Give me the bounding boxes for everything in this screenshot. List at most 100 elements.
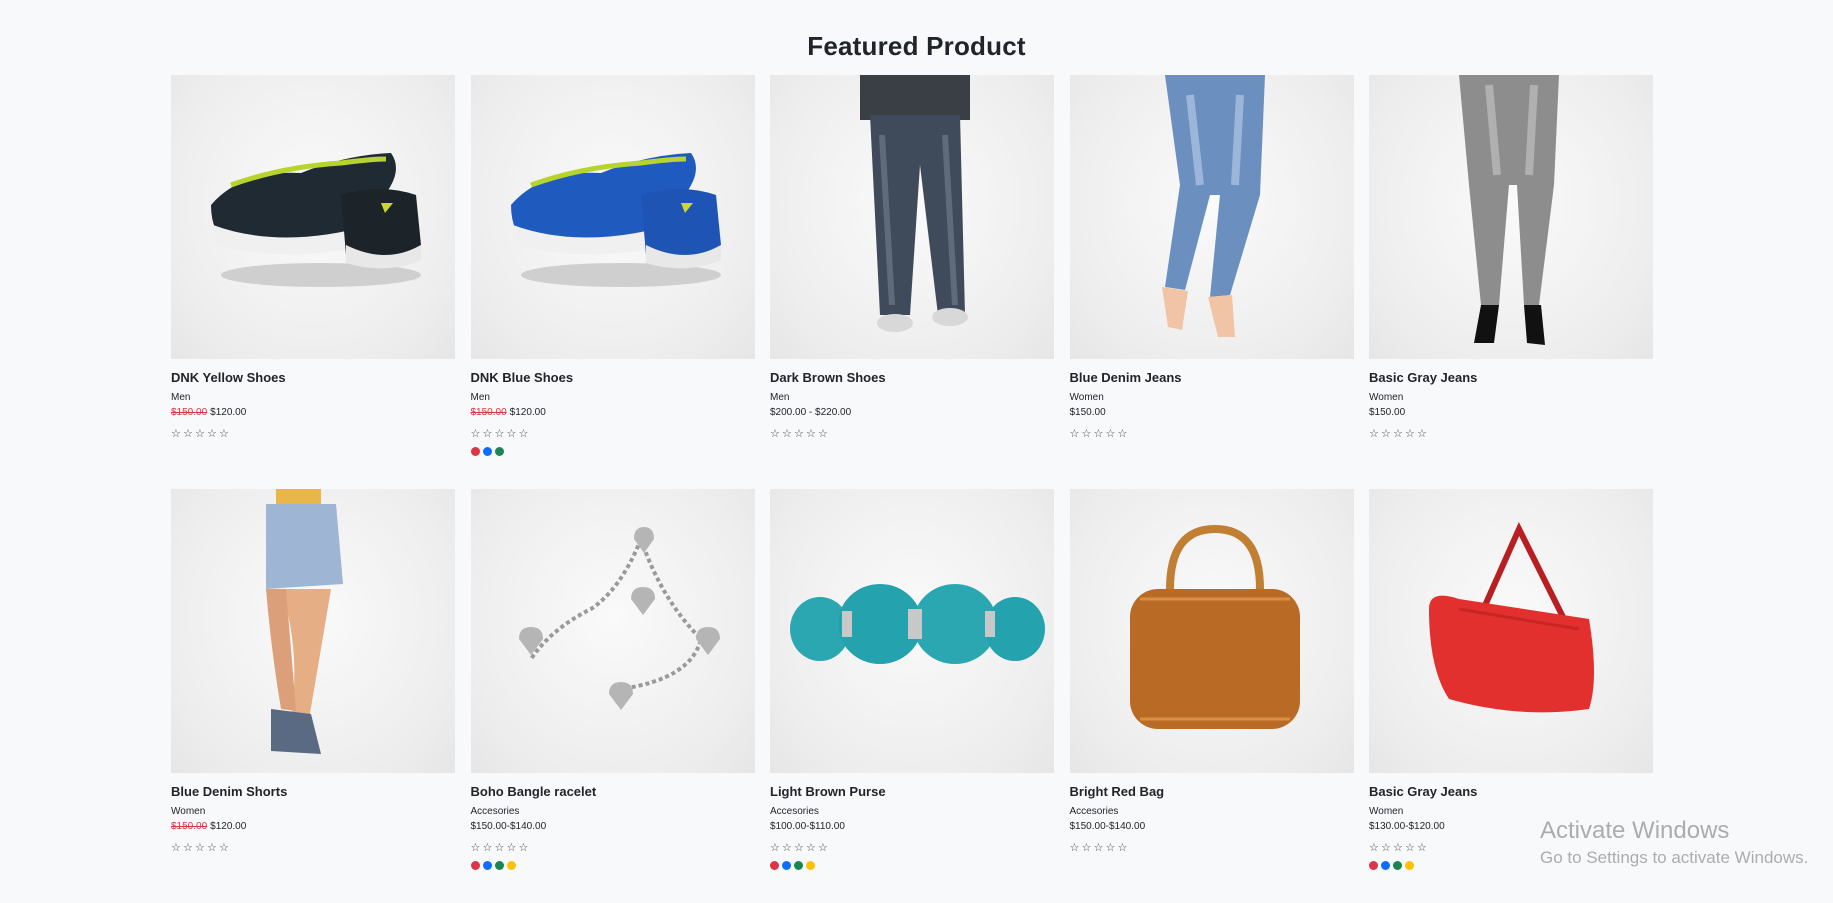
star-icon[interactable]: ☆ [183, 842, 195, 854]
star-icon[interactable]: ☆ [1393, 428, 1405, 440]
color-swatch-yellow[interactable] [806, 861, 815, 870]
product-image[interactable] [770, 489, 1054, 773]
star-icon[interactable]: ☆ [1405, 428, 1417, 440]
star-icon[interactable]: ☆ [1082, 842, 1094, 854]
star-icon[interactable]: ☆ [207, 842, 219, 854]
star-icon[interactable]: ☆ [219, 842, 231, 854]
color-swatch-green[interactable] [494, 447, 504, 456]
star-icon[interactable]: ☆ [1381, 842, 1393, 854]
star-icon[interactable]: ☆ [495, 428, 507, 440]
star-icon[interactable]: ☆ [219, 428, 231, 440]
star-rating[interactable]: ☆☆☆☆☆ [770, 842, 1054, 854]
product-card[interactable]: Blue Denim Shorts Women $150.00 $120.00 ☆☆☆☆… [171, 489, 455, 903]
product-image[interactable] [1069, 75, 1354, 359]
color-swatch-blue[interactable] [782, 861, 791, 870]
product-card[interactable]: Boho Bangle racelet Accesories $150.00-$14… [470, 489, 755, 903]
product-card[interactable]: Bright Red Bag Accesories $150.00-$140.00 ☆… [1069, 489, 1354, 903]
product-name[interactable]: DNK Yellow Shoes [171, 369, 455, 387]
star-icon[interactable]: ☆ [806, 428, 818, 440]
star-icon[interactable]: ☆ [1094, 842, 1106, 854]
star-rating[interactable]: ☆☆☆☆☆ [1070, 428, 1354, 440]
star-icon[interactable]: ☆ [794, 842, 806, 854]
star-icon[interactable]: ☆ [483, 842, 495, 854]
product-name[interactable]: Dark Brown Shoes [770, 369, 1054, 387]
product-name[interactable]: DNK Blue Shoes [471, 369, 755, 387]
star-icon[interactable]: ☆ [770, 842, 782, 854]
product-image[interactable] [171, 489, 455, 773]
star-rating[interactable]: ☆☆☆☆☆ [471, 428, 755, 440]
product-image[interactable] [1369, 75, 1653, 359]
star-icon[interactable]: ☆ [1417, 428, 1429, 440]
product-card[interactable]: Light Brown Purse Accesories $100.00-$110.… [770, 489, 1054, 903]
star-icon[interactable]: ☆ [195, 842, 207, 854]
product-name[interactable]: Bright Red Bag [1070, 783, 1354, 801]
color-swatch-green[interactable] [1393, 861, 1402, 870]
star-icon[interactable]: ☆ [1369, 428, 1381, 440]
color-swatch-yellow[interactable] [1405, 861, 1414, 870]
product-name[interactable]: Basic Gray Jeans [1369, 369, 1653, 387]
color-swatch-blue[interactable] [1381, 861, 1390, 870]
product-image[interactable] [470, 75, 755, 359]
product-card[interactable]: Dark Brown Shoes Men $200.00 - $220.00 ☆☆☆☆… [770, 75, 1054, 489]
star-icon[interactable]: ☆ [818, 428, 830, 440]
color-swatch-red[interactable] [770, 861, 779, 870]
star-rating[interactable]: ☆☆☆☆☆ [171, 428, 455, 440]
product-card[interactable]: DNK Yellow Shoes Men $150.00 $120.00 ☆☆☆☆☆ [171, 75, 455, 489]
star-icon[interactable]: ☆ [1106, 842, 1118, 854]
product-name[interactable]: Light Brown Purse [770, 783, 1054, 801]
star-icon[interactable]: ☆ [195, 428, 207, 440]
star-icon[interactable]: ☆ [519, 842, 531, 854]
product-name[interactable]: Blue Denim Shorts [171, 783, 455, 801]
star-icon[interactable]: ☆ [1417, 842, 1429, 854]
product-card[interactable]: Blue Denim Jeans Women $150.00 ☆☆☆☆☆ [1069, 75, 1354, 489]
star-icon[interactable]: ☆ [507, 428, 519, 440]
color-swatch-blue[interactable] [482, 861, 492, 870]
star-icon[interactable]: ☆ [1082, 428, 1094, 440]
star-icon[interactable]: ☆ [1381, 428, 1393, 440]
star-icon[interactable]: ☆ [1070, 842, 1082, 854]
star-icon[interactable]: ☆ [207, 428, 219, 440]
star-icon[interactable]: ☆ [495, 842, 507, 854]
star-icon[interactable]: ☆ [471, 842, 483, 854]
star-icon[interactable]: ☆ [483, 428, 495, 440]
product-name[interactable]: Blue Denim Jeans [1070, 369, 1354, 387]
star-rating[interactable]: ☆☆☆☆☆ [1369, 428, 1653, 440]
star-icon[interactable]: ☆ [1393, 842, 1405, 854]
color-swatch-blue[interactable] [482, 447, 492, 456]
star-icon[interactable]: ☆ [183, 428, 195, 440]
product-image[interactable] [1069, 489, 1354, 773]
product-image[interactable] [770, 75, 1054, 359]
color-swatch-red[interactable] [1369, 861, 1378, 870]
star-icon[interactable]: ☆ [1106, 428, 1118, 440]
star-icon[interactable]: ☆ [806, 842, 818, 854]
color-swatch-red[interactable] [470, 861, 480, 870]
star-icon[interactable]: ☆ [171, 428, 183, 440]
product-image[interactable] [1369, 489, 1653, 773]
star-icon[interactable]: ☆ [171, 842, 183, 854]
star-rating[interactable]: ☆☆☆☆☆ [1070, 842, 1354, 854]
star-icon[interactable]: ☆ [770, 428, 782, 440]
star-rating[interactable]: ☆☆☆☆☆ [770, 428, 1054, 440]
star-rating[interactable]: ☆☆☆☆☆ [471, 842, 755, 854]
star-icon[interactable]: ☆ [519, 428, 531, 440]
product-name[interactable]: Boho Bangle racelet [471, 783, 755, 801]
product-name[interactable]: Basic Gray Jeans [1369, 783, 1653, 801]
star-icon[interactable]: ☆ [782, 428, 794, 440]
color-swatch-green[interactable] [494, 861, 504, 870]
color-swatch-red[interactable] [470, 447, 480, 456]
star-icon[interactable]: ☆ [794, 428, 806, 440]
star-icon[interactable]: ☆ [818, 842, 830, 854]
star-icon[interactable]: ☆ [1118, 842, 1130, 854]
star-rating[interactable]: ☆☆☆☆☆ [171, 842, 455, 854]
color-swatch-green[interactable] [794, 861, 803, 870]
star-icon[interactable]: ☆ [1118, 428, 1130, 440]
product-card[interactable]: Basic Gray Jeans Women $150.00 ☆☆☆☆☆ [1369, 75, 1653, 489]
star-icon[interactable]: ☆ [1070, 428, 1082, 440]
product-card[interactable]: DNK Blue Shoes Men $150.00 $120.00 ☆☆☆☆☆ [470, 75, 755, 489]
color-swatch-yellow[interactable] [506, 861, 516, 870]
star-icon[interactable]: ☆ [1405, 842, 1417, 854]
product-image[interactable] [470, 489, 755, 773]
star-icon[interactable]: ☆ [507, 842, 519, 854]
product-image[interactable] [171, 75, 455, 359]
star-icon[interactable]: ☆ [471, 428, 483, 440]
